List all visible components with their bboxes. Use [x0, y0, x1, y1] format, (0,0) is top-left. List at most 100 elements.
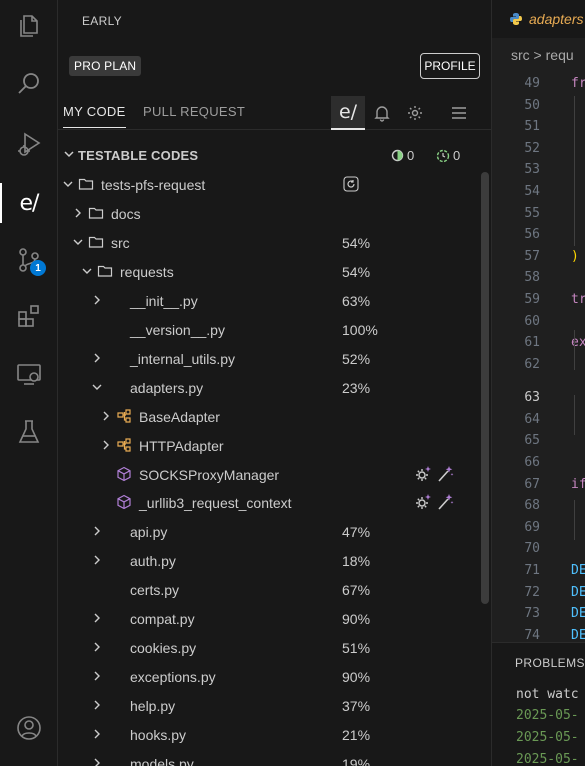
row-actions [414, 465, 454, 483]
tree-row-file[interactable]: compat.py 90% [58, 604, 478, 633]
python-file-icon [510, 13, 522, 25]
tree-scrollbar[interactable] [481, 172, 489, 604]
line-number: 52 [524, 140, 540, 156]
chevron-right-icon [94, 295, 100, 305]
tree-item-label: _internal_utils.py [130, 351, 236, 367]
coverage-percent: 21% [342, 727, 371, 743]
coverage-percent: 63% [342, 293, 371, 309]
tree-row-file[interactable]: __init__.py 63% [58, 286, 478, 315]
class-icon [117, 438, 131, 452]
tree-row-file[interactable]: exceptions.py 90% [58, 662, 478, 691]
tree-row-class[interactable]: BaseAdapter [58, 402, 478, 431]
indent-guide [574, 500, 575, 540]
explorer-icon[interactable] [0, 4, 58, 48]
run-debug-icon[interactable] [0, 122, 58, 166]
editor-tab[interactable]: adapters [492, 0, 585, 38]
line-number: 70 [524, 541, 540, 557]
line-number: 60 [524, 313, 540, 329]
source-control-icon[interactable]: 1 [0, 238, 58, 282]
extensions-icon[interactable] [0, 294, 58, 338]
generate-tests-gear-icon[interactable] [414, 465, 432, 483]
testing-icon[interactable] [0, 410, 58, 454]
account-icon[interactable] [0, 706, 58, 750]
tree-row-method[interactable]: _urllib3_request_context [58, 488, 478, 517]
tree-row-file[interactable]: __version__.py 100% [58, 315, 478, 344]
code-token: DE [571, 563, 585, 578]
coverage-percent: 47% [342, 524, 371, 540]
chevron-right-icon [103, 411, 109, 421]
early-extension-icon[interactable]: e/ [0, 181, 58, 225]
coverage-percent: 100% [342, 322, 378, 338]
line-number: 63 [524, 389, 540, 405]
line-number: 54 [524, 184, 540, 199]
generate-tests-gear-icon[interactable] [414, 493, 432, 511]
method-cube-icon [117, 494, 131, 510]
tree-row-file[interactable]: _internal_utils.py 52% [58, 344, 478, 373]
tree-row-file[interactable]: certs.py 67% [58, 575, 478, 604]
line-number: 72 [524, 584, 540, 600]
tree-item-label: __version__.py [130, 322, 225, 338]
early-toolbar-button[interactable]: e/ [331, 96, 365, 130]
tree-row-file[interactable]: models.py 19% [58, 749, 478, 766]
coverage-percent: 52% [342, 351, 371, 367]
tab-pull-request[interactable]: PULL REQUEST [143, 104, 245, 119]
tree-item-label: tests-pfs-request [101, 177, 206, 193]
chevron-down-icon [63, 181, 73, 187]
chevron-down-icon [73, 239, 83, 245]
tree-item-label: __init__.py [130, 293, 198, 309]
bell-icon[interactable] [369, 96, 395, 130]
tree-row-root[interactable]: tests-pfs-request [58, 170, 478, 199]
early-side-panel: EARLY PRO PLAN PROFILE MY CODE PULL REQU… [58, 0, 491, 766]
menu-icon[interactable] [446, 96, 472, 130]
tab-my-code[interactable]: MY CODE [63, 104, 126, 128]
code-token: fr [571, 76, 585, 91]
running-count: 0 [436, 148, 460, 163]
coverage-percent: 90% [342, 611, 371, 627]
line-number: 71 [524, 563, 540, 578]
line-number: 67 [524, 476, 540, 492]
progress-circle-icon [391, 149, 404, 162]
line-number: 65 [524, 433, 540, 449]
tree-row-requests[interactable]: requests 54% [58, 257, 478, 286]
coverage-percent: 54% [342, 264, 371, 280]
tree-row-method[interactable]: SOCKSProxyManager [58, 460, 478, 489]
tree-item-label: api.py [130, 524, 168, 540]
refresh-icon[interactable] [343, 176, 359, 192]
tree-item-label: cookies.py [130, 640, 197, 656]
chevron-right-icon [94, 758, 100, 766]
chevron-right-icon [94, 700, 100, 710]
folder-icon [88, 236, 104, 248]
activity-bar: e/ 1 [0, 0, 58, 766]
tree-row-src[interactable]: src 54% [58, 228, 478, 257]
gear-icon[interactable] [402, 96, 428, 130]
tree-row-file[interactable]: adapters.py 23% [58, 373, 478, 402]
code-token: tr [571, 292, 585, 307]
ai-sparkle-icon[interactable] [436, 465, 454, 483]
tree-row-file[interactable]: auth.py 18% [58, 546, 478, 575]
chevron-right-icon [94, 526, 100, 536]
source-control-badge: 1 [30, 260, 46, 276]
chevron-down-icon [92, 384, 102, 390]
coverage-percent: 90% [342, 669, 371, 685]
line-number: 49 [524, 76, 540, 91]
tree-item-label: hooks.py [130, 727, 187, 743]
tree-row-file[interactable]: cookies.py 51% [58, 633, 478, 662]
search-icon[interactable] [0, 62, 58, 106]
tree-row-file[interactable]: api.py 47% [58, 517, 478, 546]
breadcrumb[interactable]: src > requ [511, 47, 574, 63]
ai-sparkle-icon[interactable] [436, 493, 454, 511]
tree-row-docs[interactable]: docs [58, 199, 478, 228]
tree-item-label: exceptions.py [130, 669, 216, 685]
testable-codes-section[interactable]: TESTABLE CODES 0 0 [58, 142, 491, 168]
chevron-right-icon [75, 208, 81, 218]
coverage-percent: 54% [342, 235, 371, 251]
tree-row-class[interactable]: HTTPAdapter [58, 431, 478, 460]
coverage-percent: 23% [342, 380, 371, 396]
problems-tab[interactable]: PROBLEMS [515, 656, 585, 670]
coverage-percent: 67% [342, 582, 371, 598]
remote-explorer-icon[interactable] [0, 352, 58, 396]
tree-row-file[interactable]: help.py 37% [58, 691, 478, 720]
profile-button[interactable]: PROFILE [420, 53, 480, 79]
tree-item-label: src [111, 235, 130, 251]
tree-row-file[interactable]: hooks.py 21% [58, 720, 478, 749]
